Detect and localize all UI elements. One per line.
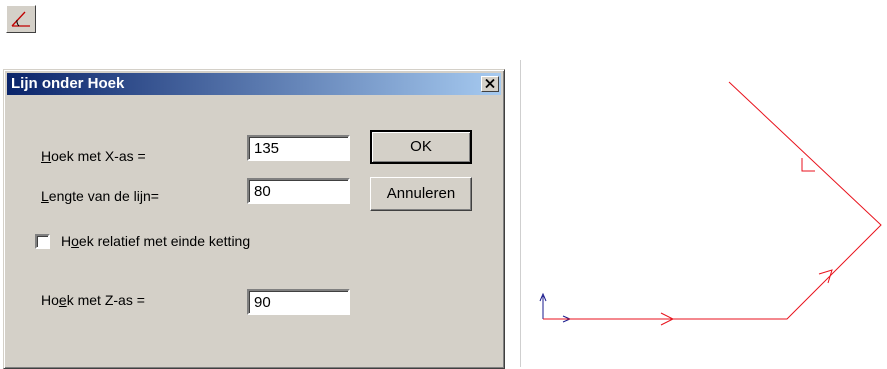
line-angle-dialog: Lijn onder Hoek Hoek met X-as = 135 Leng… — [3, 69, 505, 369]
length-label: Lengte van de lijn= — [41, 188, 159, 204]
x-angle-input[interactable]: 135 — [247, 135, 350, 161]
length-input[interactable]: 80 — [247, 178, 350, 204]
z-angle-label: Hoek met Z-as = — [41, 292, 145, 308]
relative-angle-label: Hoek relatief met einde ketting — [61, 233, 251, 249]
relative-angle-checkbox[interactable] — [35, 234, 50, 249]
ok-button[interactable]: OK — [370, 130, 472, 164]
z-angle-input[interactable]: 90 — [247, 289, 350, 315]
direction-arrow-icon — [801, 158, 815, 172]
close-button[interactable] — [481, 76, 499, 92]
drawing-canvas — [539, 81, 882, 326]
line-chain — [543, 81, 882, 326]
axis-indicator-icon — [539, 292, 572, 323]
x-angle-label: Hoek met X-as = — [41, 148, 146, 164]
angle-line-icon — [11, 11, 30, 27]
close-icon — [485, 79, 495, 88]
angle-line-tool-button[interactable] — [6, 5, 36, 33]
cancel-button[interactable]: Annuleren — [370, 177, 472, 211]
dialog-title: Lijn onder Hoek — [11, 75, 125, 92]
panel-divider — [520, 60, 521, 367]
title-bar: Lijn onder Hoek — [7, 73, 501, 95]
